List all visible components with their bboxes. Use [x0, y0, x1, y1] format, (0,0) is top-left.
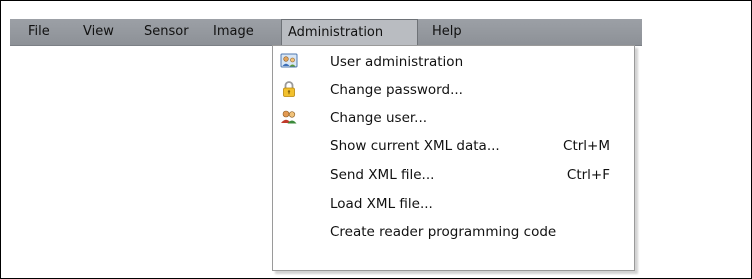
menu-item-send-xml-file[interactable]: Send XML file... Ctrl+F: [273, 161, 634, 189]
menu-item-change-user[interactable]: Change user...: [273, 104, 634, 132]
shortcut-label: Ctrl+F: [566, 167, 610, 183]
users-icon: [280, 108, 298, 126]
menu-item-label: Load XML file...: [330, 196, 433, 212]
menu-item-label: Change user...: [330, 110, 428, 126]
menu-image[interactable]: Image: [213, 19, 254, 45]
menu-item-label: Create reader programming code: [330, 224, 557, 240]
menu-item-change-password[interactable]: Change password...: [273, 76, 634, 104]
menu-item-load-xml-file[interactable]: Load XML file...: [273, 190, 634, 218]
menu-item-label: Show current XML data...: [330, 138, 500, 154]
menu-view[interactable]: View: [83, 19, 114, 45]
menu-item-user-administration[interactable]: User administration: [273, 48, 634, 76]
menu-item-show-current-xml-data[interactable]: Show current XML data... Ctrl+M: [273, 132, 634, 160]
menu-sensor[interactable]: Sensor: [144, 19, 189, 45]
menu-item-create-reader-programming-code[interactable]: Create reader programming code: [273, 218, 634, 246]
menu-bar: File View Sensor Image Administration He…: [10, 19, 642, 46]
administration-dropdown: User administration Change password... C…: [272, 45, 635, 271]
menu-file[interactable]: File: [28, 19, 50, 45]
user-admin-icon: [280, 52, 298, 70]
shortcut-label: Ctrl+M: [563, 138, 610, 154]
menu-administration[interactable]: Administration: [281, 19, 418, 45]
application-window: File View Sensor Image Administration He…: [0, 0, 752, 279]
menu-item-label: Change password...: [330, 82, 463, 98]
menu-item-label: Send XML file...: [330, 167, 435, 183]
menu-help[interactable]: Help: [432, 19, 462, 45]
padlock-icon: [280, 80, 298, 98]
menu-item-label: User administration: [330, 54, 464, 70]
